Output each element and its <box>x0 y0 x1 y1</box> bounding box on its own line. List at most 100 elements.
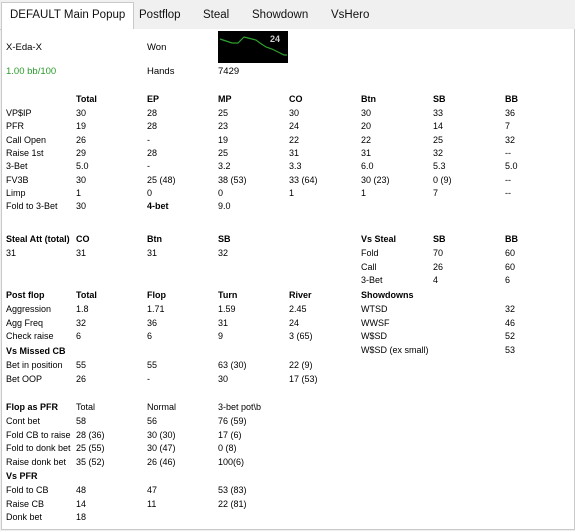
postflop-cell: 31 <box>218 317 229 328</box>
preflop-cell: 1 <box>289 187 295 198</box>
preflop-cell: 30 <box>289 108 300 118</box>
preflop-header-mp: MP <box>218 94 232 104</box>
flop-pfr-cell: 26 (46) <box>147 456 176 467</box>
preflop-header-bb: BB <box>505 94 518 104</box>
missed-cb-row-label: Bet OOP <box>6 373 43 384</box>
preflop-cell: 30 <box>361 108 372 118</box>
steal-header: SB <box>218 234 231 244</box>
preflop-row-label: Fold to 3-Bet <box>6 201 58 212</box>
vs-steal-cell: 6 <box>505 275 511 285</box>
vs-pfr-cell: 48 <box>76 485 87 495</box>
preflop-row-label: VP$IP <box>6 108 32 118</box>
preflop-cell: 4-bet <box>147 201 169 212</box>
preflop-cell: 36 <box>505 108 516 118</box>
showdown-row-label: WWSF <box>361 317 390 328</box>
preflop-row-label: FV3B <box>6 174 29 185</box>
postflop-header: Total <box>76 290 97 300</box>
preflop-row-label: PFR <box>6 121 24 132</box>
preflop-cell: 28 <box>147 147 158 158</box>
vs-steal-header: SB <box>433 234 446 244</box>
flop-pfr-row-label: Raise donk bet <box>6 456 67 467</box>
postflop-header: Turn <box>218 290 238 300</box>
vs-steal-row-label: 3-Bet <box>361 275 383 285</box>
preflop-cell: 25 <box>218 147 229 158</box>
tab-steal[interactable]: Steal <box>203 5 229 25</box>
flop-pfr-header: Total <box>76 402 96 412</box>
preflop-cell: 32 <box>433 147 444 158</box>
steal-header: Steal Att (total) <box>6 234 70 244</box>
missed-cb-cell: 30 <box>218 373 229 384</box>
postflop-cell: 1.71 <box>147 304 165 314</box>
preflop-cell: 33 <box>433 108 444 118</box>
missed-cb-row-label: Bet in position <box>6 360 63 370</box>
vs-pfr-cell: 18 <box>76 512 87 522</box>
preflop-cell: 31 <box>361 147 372 158</box>
steal-header: Btn <box>147 234 162 244</box>
postflop-cell: 1.59 <box>218 304 236 314</box>
preflop-cell: 19 <box>76 121 87 132</box>
flop-pfr-cell: 35 (52) <box>76 456 105 467</box>
preflop-row-label: Limp <box>6 187 26 198</box>
vs-steal-row-label: Call <box>361 261 377 272</box>
preflop-cell: 0 (9) <box>433 174 452 185</box>
preflop-cell: 20 <box>361 121 372 132</box>
preflop-cell: 19 <box>218 134 229 145</box>
tab-showdown[interactable]: Showdown <box>252 5 308 25</box>
vs-steal-cell: 70 <box>433 248 444 258</box>
flop-pfr-cell: 0 (8) <box>218 443 237 453</box>
postflop-cell: 36 <box>147 317 158 328</box>
steal-header: CO <box>76 234 90 244</box>
flop-pfr-header: 3-bet pot\b <box>218 402 262 412</box>
showdowns-header: Showdowns <box>361 290 414 300</box>
preflop-cell: 30 <box>76 108 87 118</box>
missed-cb-cell: 17 (53) <box>289 373 318 384</box>
preflop-cell: 3.3 <box>289 161 302 172</box>
preflop-cell: - <box>147 134 150 145</box>
vs-pfr-cell: 14 <box>76 498 87 509</box>
preflop-cell: -- <box>505 187 511 198</box>
preflop-cell: 24 <box>289 121 300 132</box>
vs-steal-cell: 26 <box>433 261 444 272</box>
preflop-cell: 9.0 <box>218 201 231 212</box>
vs-pfr-row-label: Fold to CB <box>6 485 49 495</box>
preflop-cell: 26 <box>76 134 87 145</box>
preflop-cell: 6.0 <box>361 161 374 172</box>
preflop-cell: -- <box>505 147 511 158</box>
steal-cell: 31 <box>6 248 17 258</box>
postflop-header: River <box>289 290 312 300</box>
showdown-row-label: W$SD <box>361 331 388 341</box>
tab-vshero[interactable]: VsHero <box>331 5 369 25</box>
preflop-cell: 3.2 <box>218 161 231 172</box>
tab-bar: DEFAULT Main Popup Postflop Steal Showdo… <box>0 0 575 30</box>
preflop-row-label: Call Open <box>6 134 47 145</box>
postflop-header: Flop <box>147 290 166 300</box>
vs-pfr-row-label: Raise CB <box>6 498 45 509</box>
preflop-cell: 7 <box>433 187 439 198</box>
tab-default-main-popup[interactable]: DEFAULT Main Popup <box>1 2 135 30</box>
preflop-cell: 25 (48) <box>147 174 176 185</box>
missed-cb-cell: 55 <box>76 360 87 370</box>
missed-cb-cell: 22 (9) <box>289 360 313 370</box>
missed-cb-cell: - <box>147 373 150 384</box>
steal-cell: 31 <box>76 248 87 258</box>
hands-label: Hands <box>147 66 175 77</box>
preflop-cell: 22 <box>361 134 372 145</box>
missed-cb-cell: 63 (30) <box>218 360 247 370</box>
postflop-cell: 32 <box>76 317 87 328</box>
preflop-cell: 28 <box>147 121 158 132</box>
preflop-cell: 29 <box>76 147 87 158</box>
postflop-cell: 2.45 <box>289 304 307 314</box>
preflop-cell: 25 <box>433 134 444 145</box>
postflop-cell: 6 <box>147 331 153 341</box>
vs-pfr-header: Vs PFR <box>6 471 38 481</box>
preflop-header-co: CO <box>289 94 303 104</box>
vs-pfr-cell: 22 (81) <box>218 498 247 509</box>
showdown-cell: 32 <box>505 304 516 314</box>
preflop-row-label: Raise 1st <box>6 147 44 158</box>
vs-steal-cell: 60 <box>505 248 516 258</box>
showdown-cell: 46 <box>505 317 516 328</box>
tab-postflop[interactable]: Postflop <box>139 5 181 25</box>
flop-pfr-row-label: Fold to donk bet <box>6 443 71 453</box>
vs-pfr-row-label: Donk bet <box>6 512 43 522</box>
missed-cb-cell: 55 <box>147 360 158 370</box>
